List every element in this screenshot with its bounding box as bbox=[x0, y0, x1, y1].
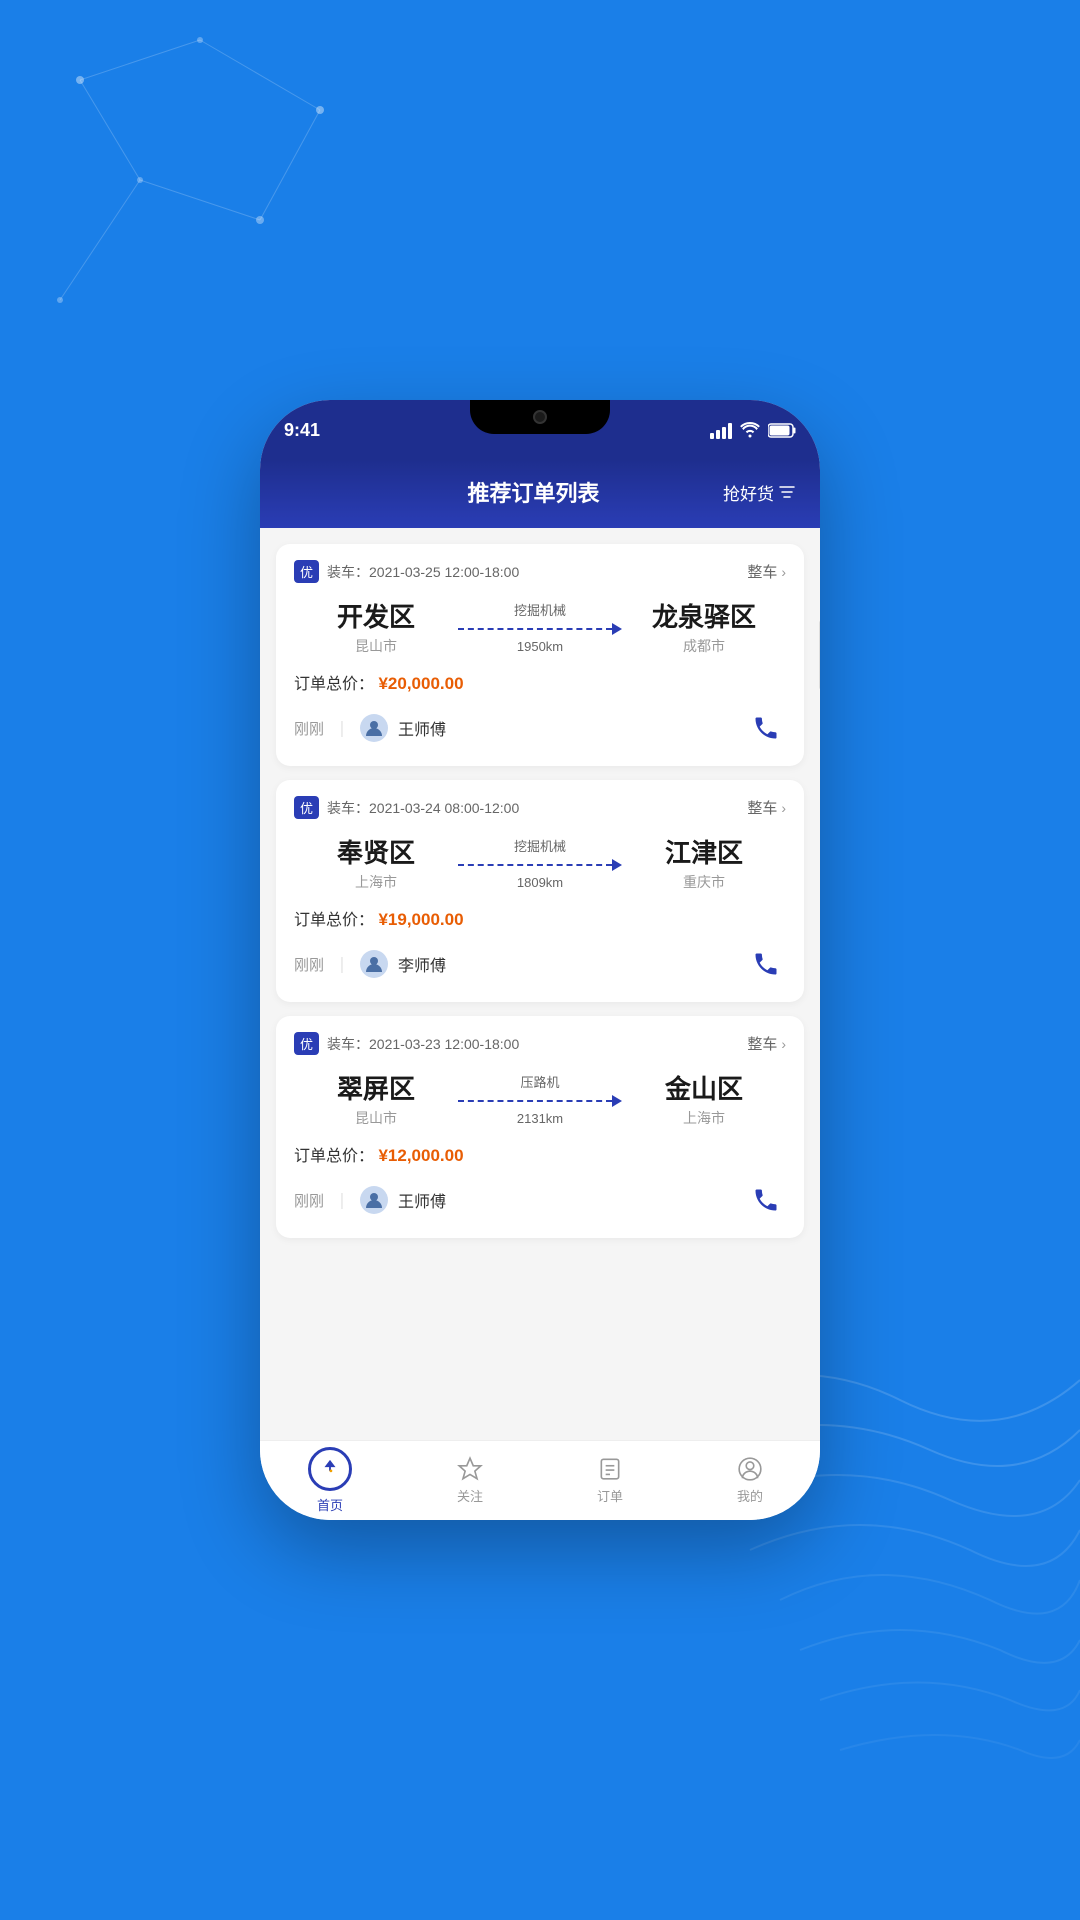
battery-icon bbox=[768, 423, 796, 438]
price-amount-2: ¥19,000.00 bbox=[378, 910, 463, 929]
load-time-3: 装车：2021-03-23 12:00-18:00 bbox=[327, 1034, 519, 1054]
signal-icon bbox=[710, 421, 732, 439]
driver-row-3: 刚刚 ｜ 王师傅 bbox=[294, 1180, 786, 1220]
order-list[interactable]: 优 装车：2021-03-25 12:00-18:00 整车 › 开发区 昆山市… bbox=[260, 528, 820, 1440]
phone-icon-1 bbox=[752, 714, 780, 742]
load-time-1: 装车：2021-03-25 12:00-18:00 bbox=[327, 562, 519, 582]
route-section-1: 开发区 昆山市 挖掘机械 1950km 龙泉驿区 成都市 bbox=[294, 597, 786, 656]
phone-icon-2 bbox=[752, 950, 780, 978]
page-title: 推荐订单列表 bbox=[467, 476, 599, 508]
route-arrow-3 bbox=[458, 1095, 622, 1107]
avatar-2 bbox=[360, 950, 388, 978]
home-icon bbox=[319, 1458, 341, 1480]
price-row-3: 订单总价： ¥12,000.00 bbox=[294, 1142, 786, 1166]
to-location-3: 金山区 上海市 bbox=[622, 1069, 786, 1128]
nav-label-home: 首页 bbox=[317, 1495, 343, 1514]
route-middle-1: 挖掘机械 1950km bbox=[458, 600, 622, 654]
chevron-icon-1: › bbox=[781, 564, 786, 580]
order-card-1[interactable]: 优 装车：2021-03-25 12:00-18:00 整车 › 开发区 昆山市… bbox=[276, 544, 804, 766]
mine-icon bbox=[737, 1456, 763, 1482]
wifi-icon bbox=[740, 422, 760, 438]
chevron-icon-3: › bbox=[781, 1036, 786, 1052]
nav-label-follow: 关注 bbox=[457, 1486, 483, 1505]
follow-icon bbox=[457, 1456, 483, 1482]
card-header-1: 优 装车：2021-03-25 12:00-18:00 整车 › bbox=[294, 560, 786, 583]
driver-name-1: 王师傅 bbox=[398, 716, 446, 740]
notch bbox=[470, 400, 610, 434]
status-time: 9:41 bbox=[284, 420, 320, 441]
call-button-2[interactable] bbox=[746, 944, 786, 984]
price-amount-1: ¥20,000.00 bbox=[378, 674, 463, 693]
cargo-type-label-3: 整车 bbox=[747, 1033, 777, 1054]
price-row-2: 订单总价： ¥19,000.00 bbox=[294, 906, 786, 930]
call-button-3[interactable] bbox=[746, 1180, 786, 1220]
time-ago-1: 刚刚 bbox=[294, 718, 324, 739]
time-ago-3: 刚刚 bbox=[294, 1190, 324, 1211]
nav-item-home[interactable]: 首页 bbox=[260, 1447, 400, 1514]
avatar-1 bbox=[360, 714, 388, 742]
status-icons bbox=[710, 421, 796, 439]
grab-goods-button[interactable]: 抢好货 bbox=[723, 480, 796, 505]
filter-icon bbox=[778, 483, 796, 501]
to-location-2: 江津区 重庆市 bbox=[622, 833, 786, 892]
card-header-3: 优 装车：2021-03-23 12:00-18:00 整车 › bbox=[294, 1032, 786, 1055]
phone-frame: 9:41 推荐订单列表 抢好货 bbox=[260, 400, 820, 1520]
you-badge-1: 优 bbox=[294, 560, 319, 583]
nav-label-orders: 订单 bbox=[597, 1486, 623, 1505]
order-card-3[interactable]: 优 装车：2021-03-23 12:00-18:00 整车 › 翠屏区 昆山市… bbox=[276, 1016, 804, 1238]
route-arrow-1 bbox=[458, 623, 622, 635]
status-bar: 9:41 bbox=[260, 400, 820, 460]
from-location-1: 开发区 昆山市 bbox=[294, 597, 458, 656]
you-badge-3: 优 bbox=[294, 1032, 319, 1055]
route-arrow-2 bbox=[458, 859, 622, 871]
order-card-2[interactable]: 优 装车：2021-03-24 08:00-12:00 整车 › 奉贤区 上海市… bbox=[276, 780, 804, 1002]
call-button-1[interactable] bbox=[746, 708, 786, 748]
load-time-2: 装车：2021-03-24 08:00-12:00 bbox=[327, 798, 519, 818]
nav-label-mine: 我的 bbox=[737, 1486, 763, 1505]
to-location-1: 龙泉驿区 成都市 bbox=[622, 597, 786, 656]
power-button bbox=[819, 620, 820, 690]
cargo-type-label-2: 整车 bbox=[747, 797, 777, 818]
camera-notch bbox=[533, 410, 547, 424]
driver-row-1: 刚刚 ｜ 王师傅 bbox=[294, 708, 786, 748]
from-location-3: 翠屏区 昆山市 bbox=[294, 1069, 458, 1128]
home-icon-wrap bbox=[308, 1447, 352, 1491]
time-ago-2: 刚刚 bbox=[294, 954, 324, 975]
orders-icon bbox=[597, 1456, 623, 1482]
nav-item-orders[interactable]: 订单 bbox=[540, 1456, 680, 1505]
cargo-type-label-1: 整车 bbox=[747, 561, 777, 582]
avatar-3 bbox=[360, 1186, 388, 1214]
route-section-2: 奉贤区 上海市 挖掘机械 1809km 江津区 重庆市 bbox=[294, 833, 786, 892]
app-header: 推荐订单列表 抢好货 bbox=[260, 460, 820, 528]
driver-name-2: 李师傅 bbox=[398, 952, 446, 976]
price-row-1: 订单总价： ¥20,000.00 bbox=[294, 670, 786, 694]
route-section-3: 翠屏区 昆山市 压路机 2131km 金山区 上海市 bbox=[294, 1069, 786, 1128]
driver-row-2: 刚刚 ｜ 李师傅 bbox=[294, 944, 786, 984]
bottom-nav: 首页 关注 订单 我的 bbox=[260, 1440, 820, 1520]
phone-icon-3 bbox=[752, 1186, 780, 1214]
driver-name-3: 王师傅 bbox=[398, 1188, 446, 1212]
chevron-icon-2: › bbox=[781, 800, 786, 816]
price-amount-3: ¥12,000.00 bbox=[378, 1146, 463, 1165]
you-badge-2: 优 bbox=[294, 796, 319, 819]
nav-item-mine[interactable]: 我的 bbox=[680, 1456, 820, 1505]
card-header-2: 优 装车：2021-03-24 08:00-12:00 整车 › bbox=[294, 796, 786, 819]
nav-item-follow[interactable]: 关注 bbox=[400, 1456, 540, 1505]
route-middle-3: 压路机 2131km bbox=[458, 1072, 622, 1126]
from-location-2: 奉贤区 上海市 bbox=[294, 833, 458, 892]
route-middle-2: 挖掘机械 1809km bbox=[458, 836, 622, 890]
